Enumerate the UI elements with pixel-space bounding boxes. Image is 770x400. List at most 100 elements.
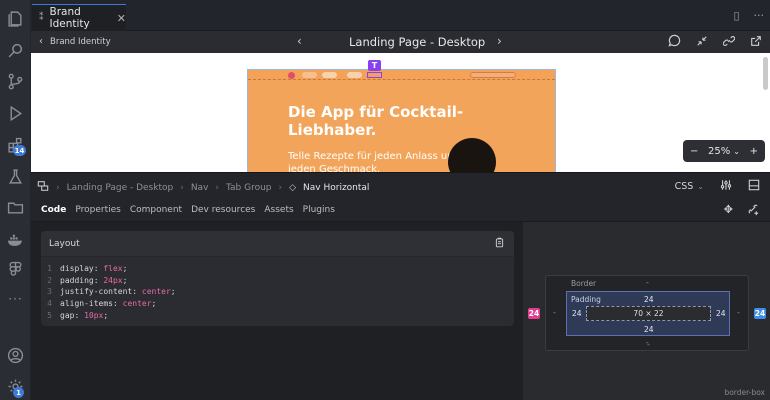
code-card-title: Layout [49,238,80,249]
css-colon: : [132,287,142,297]
padding-label: Padding [571,295,601,304]
landing-page-frame[interactable]: Die App für Cocktail-Liebhaber. Telle Re… [247,69,556,172]
css-value: flex [103,264,123,273]
component-set-icon[interactable]: ✥ [724,203,733,219]
breadcrumb-separator: › [278,182,283,193]
settings-sliders-icon[interactable] [720,179,732,194]
account-badge: 1 [13,387,24,398]
nav-pill [347,72,362,78]
layers-icon[interactable] [37,180,49,195]
panel-layout-icon[interactable] [748,179,760,194]
css-semicolon: ; [103,310,109,320]
split-editor-icon[interactable]: ▯ [733,9,739,22]
explorer-icon[interactable] [6,9,25,28]
header-actions [668,34,762,47]
breadcrumb-separator: › [215,182,220,193]
border-left-value: - [553,308,556,317]
line-number: 3 [47,287,52,297]
css-semicolon: ; [122,275,128,285]
activity-bar: 14 ··· 1 [0,0,31,400]
line-number: 1 [47,264,52,273]
zoom-in-button[interactable]: + [750,146,758,157]
breadcrumb-item[interactable]: Nav [191,183,209,193]
inspect-tabs: Code Properties Component Dev resources … [31,198,770,222]
tab-component[interactable]: Component [130,205,182,215]
breadcrumb-item[interactable]: Landing Page - Desktop [67,183,174,193]
tab-dev-resources[interactable]: Dev resources [191,205,255,215]
tab-plugins[interactable]: Plugins [303,205,335,215]
testing-flask-icon[interactable] [6,167,25,186]
code-body[interactable]: 1 display: flex; 2 padding: 24px; 3 just… [41,257,514,322]
code-line: 5 gap: 10px; [41,310,514,322]
figma-file-icon: ⁑ [39,13,44,23]
previous-page-button[interactable]: ‹ [297,34,302,48]
collapse-icon[interactable] [695,34,708,47]
folder-icon[interactable] [6,198,25,217]
tab-list: Code Properties Component Dev resources … [41,205,335,215]
nav-pill [322,72,337,78]
tab-code[interactable]: Code [41,205,66,215]
zoom-level[interactable]: 25% ⌄ [708,146,740,157]
line-number: 4 [47,299,52,309]
tab-assets[interactable]: Assets [264,205,293,215]
close-icon[interactable]: ✕ [117,12,126,25]
source-control-icon[interactable] [6,72,25,91]
css-colon: : [93,264,104,273]
margin-right-badge: 24 [754,308,766,319]
tab-brand-identity[interactable]: ⁑ Brand Identity ✕ [32,4,126,31]
back-label: Brand Identity [50,36,111,47]
css-semicolon: ; [151,299,157,309]
extensions-badge: 14 [13,145,26,156]
code-line: 2 padding: 24px; [41,275,514,287]
dev-header-actions: CSS ⌄ [675,179,760,194]
breadcrumb-item[interactable]: Tab Group [226,183,272,193]
figma-icon[interactable] [6,260,25,279]
more-icon[interactable]: ··· [6,289,25,308]
frame-nav-bar[interactable] [248,70,555,80]
chevron-down-icon: ⌄ [733,146,740,156]
text-layer-marker[interactable]: T [368,60,381,71]
border-top-value: - [646,278,649,287]
canvas-scrollbar[interactable] [763,57,768,90]
nav-pill [302,72,317,78]
line-number: 2 [47,275,52,285]
nav-cta [470,72,516,78]
hero-subtitle: Telle Rezepte für jeden Anlass und jeden… [288,151,460,172]
run-debug-icon[interactable] [6,104,25,123]
tab-properties[interactable]: Properties [75,205,120,215]
layout-code-card: Layout 1 display: flex; 2 padding: 24px;… [41,231,514,326]
chevron-left-icon: ‹ [39,36,43,47]
breadcrumb-separator: › [56,182,60,193]
zoom-out-button[interactable]: − [690,146,698,157]
account-icon[interactable] [6,346,25,365]
breadcrumb: › Landing Page - Desktop › Nav › Tab Gro… [37,180,369,195]
design-canvas[interactable]: Die App für Cocktail-Liebhaber. Telle Re… [31,53,770,172]
more-actions-icon[interactable]: ··· [754,9,765,22]
link-icon[interactable] [722,34,735,47]
css-property: gap [60,310,75,320]
editor-tab-bar: ⁑ Brand Identity ✕ ▯ ··· [31,0,770,31]
comment-icon[interactable] [668,34,681,47]
open-external-icon[interactable] [749,34,762,47]
css-semicolon: ; [122,264,128,273]
search-icon[interactable] [6,41,25,60]
figma-header: ‹ Brand Identity ‹ Landing Page - Deskto… [31,31,770,53]
line-number: 5 [47,310,52,320]
next-page-button[interactable]: › [497,34,502,48]
docker-icon[interactable] [6,230,25,249]
add-plugin-icon[interactable] [747,203,760,219]
css-value: center [122,299,152,309]
css-value: 10px [84,310,104,320]
css-value: center [141,287,171,297]
css-colon: : [112,299,123,309]
logo-shape [288,72,295,79]
code-line: 4 align-items: center; [41,298,514,310]
selected-element-outline [367,72,382,78]
css-property: display [60,264,94,273]
back-button[interactable]: ‹ Brand Identity [39,36,111,47]
copy-clipboard-icon[interactable] [494,237,505,251]
language-select[interactable]: CSS ⌄ [675,181,704,192]
css-semicolon: ; [170,287,176,297]
tab-actions: ▯ ··· [733,9,764,22]
css-property: justify-content [60,287,133,297]
